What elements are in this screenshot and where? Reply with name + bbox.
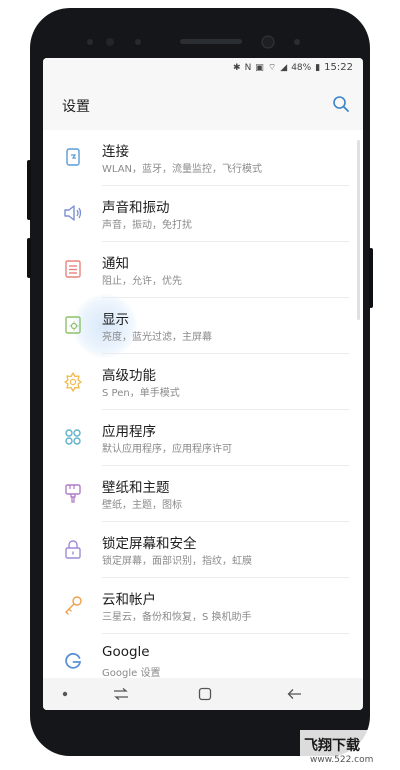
vibrate-icon: ▣ (255, 62, 264, 73)
settings-item-subtitle: 声音，振动，免打扰 (102, 220, 192, 231)
watermark-url: www.522.com (310, 755, 373, 765)
settings-item-subtitle: 默认应用程序，应用程序许可 (102, 444, 232, 455)
app-bar: 设置 (43, 80, 363, 130)
wifi-icon: ⌔ (267, 63, 277, 73)
settings-item-subtitle: S Pen，单手模式 (102, 388, 180, 399)
home-icon (198, 687, 212, 701)
settings-item-subtitle: WLAN，蓝牙，流量监控，飞行模式 (102, 164, 263, 175)
settings-item-title: 应用程序 (102, 424, 156, 440)
settings-item-cloud-accounts[interactable]: 云和帐户 三星云，备份和恢复，S 换机助手 (43, 578, 363, 634)
connection-icon (66, 148, 80, 166)
nfc-icon: N (244, 62, 252, 73)
screen: ✱ N ▣ ⌔ ◢ 48% ▮ 15:22 设置 连接 WLAN，蓝牙，流量监控… (43, 58, 363, 710)
settings-item-title: 云和帐户 (102, 592, 156, 608)
power-button (369, 248, 373, 308)
settings-list: 连接 WLAN，蓝牙，流量监控，飞行模式 声音和振动 声音，振动，免打扰 通知 … (43, 130, 363, 690)
settings-item-title: 显示 (102, 312, 129, 328)
settings-item-title: 锁定屏幕和安全 (102, 536, 197, 552)
status-bar: ✱ N ▣ ⌔ ◢ 48% ▮ 15:22 (43, 58, 363, 80)
dot-icon (62, 691, 68, 697)
settings-item-title: 通知 (102, 256, 129, 272)
settings-item-wallpaper-themes[interactable]: 壁纸和主题 壁纸，主题，图标 (43, 466, 363, 522)
advanced-features-icon (64, 372, 82, 392)
back-arrow-icon (287, 689, 301, 699)
battery-percent: 48% (291, 62, 312, 73)
settings-item-display[interactable]: 显示 亮度，蓝光过滤，主屏幕 (43, 294, 363, 358)
settings-item-title: 壁纸和主题 (102, 480, 170, 496)
signal-icon: ◢ (280, 62, 288, 73)
recent-apps-button[interactable] (101, 678, 141, 710)
lock-icon (65, 540, 81, 559)
settings-item-title: 连接 (102, 144, 129, 160)
recent-apps-icon (114, 688, 128, 700)
settings-item-title: Google (102, 644, 150, 660)
search-button[interactable] (331, 94, 351, 114)
nav-dot-button[interactable] (55, 678, 75, 710)
front-sensors (87, 35, 300, 49)
key-icon (65, 596, 82, 615)
watermark-logo: 飞翔下载 www.522.com (300, 730, 392, 766)
settings-item-subtitle: 壁纸，主题，图标 (102, 500, 182, 511)
sound-icon (64, 205, 82, 221)
watermark-brand: 飞翔下载 (304, 737, 360, 754)
settings-item-apps[interactable]: 应用程序 默认应用程序，应用程序许可 (43, 410, 363, 466)
google-icon (65, 652, 82, 669)
search-icon (333, 96, 349, 112)
settings-item-subtitle: 三星云，备份和恢复，S 换机助手 (102, 612, 252, 623)
navigation-bar (43, 678, 363, 710)
wallpaper-theme-icon (65, 484, 81, 503)
settings-item-title: 声音和振动 (102, 200, 170, 216)
back-button[interactable] (275, 678, 315, 710)
settings-item-subtitle: 锁定屏幕，面部识别，指纹，虹膜 (102, 556, 252, 567)
display-icon (65, 316, 81, 334)
settings-item-connections[interactable]: 连接 WLAN，蓝牙，流量监控，飞行模式 (43, 130, 363, 186)
settings-item-subtitle: 亮度，蓝光过滤，主屏幕 (102, 332, 212, 343)
settings-item-subtitle: Google 设置 (102, 668, 161, 679)
home-button[interactable] (185, 678, 225, 710)
page-title: 设置 (62, 99, 90, 115)
bixby-button (27, 238, 31, 278)
settings-item-lock-screen-security[interactable]: 锁定屏幕和安全 锁定屏幕，面部识别，指纹，虹膜 (43, 522, 363, 578)
settings-item-notifications[interactable]: 通知 阻止，允许，优先 (43, 242, 363, 298)
battery-icon: ▮ (315, 62, 321, 73)
apps-icon (65, 429, 81, 445)
settings-item-sound[interactable]: 声音和振动 声音，振动，免打扰 (43, 186, 363, 242)
clock: 15:22 (324, 62, 353, 73)
settings-item-subtitle: 阻止，允许，优先 (102, 276, 182, 287)
settings-item-advanced-features[interactable]: 高级功能 S Pen，单手模式 (43, 354, 363, 410)
volume-button (27, 160, 31, 220)
bluetooth-icon: ✱ (233, 62, 241, 73)
settings-item-title: 高级功能 (102, 368, 156, 384)
notification-icon (65, 260, 81, 278)
